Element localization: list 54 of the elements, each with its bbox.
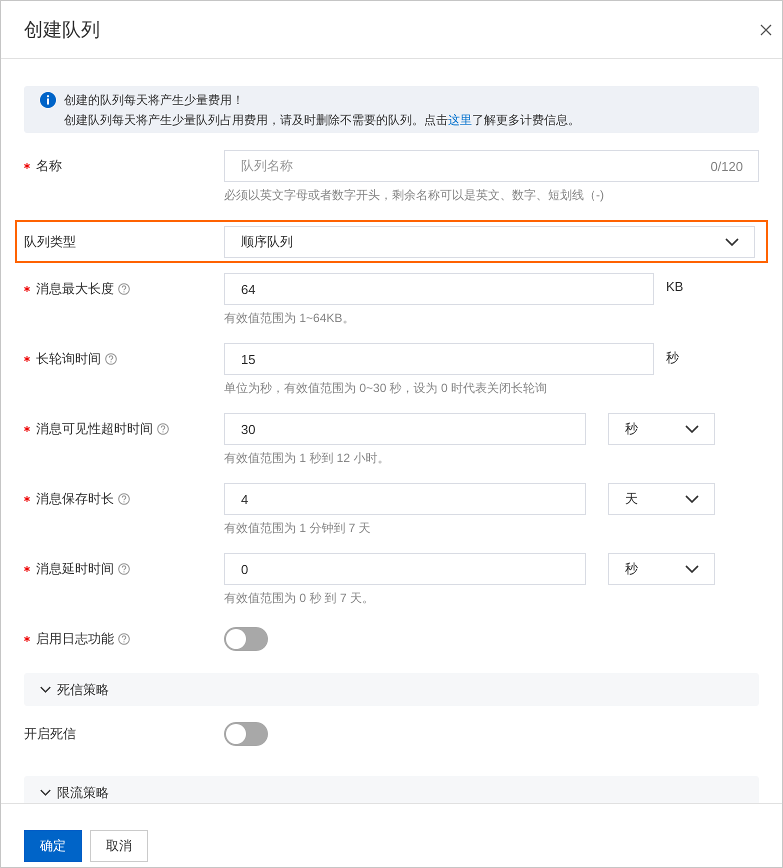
notice-text: 创建队列每天将产生少量队列占用费用，请及时删除不需要的队列。点击这里了解更多计费信息。	[64, 112, 580, 128]
field-label: 消息最大长度	[36, 280, 114, 298]
here-link[interactable]: 这里	[448, 113, 472, 127]
unit-select[interactable]: 秒	[608, 413, 715, 445]
unit-label: KB	[666, 278, 684, 294]
field-hint: 有效值范围为 0 秒 到 7 天。	[224, 591, 376, 606]
unit-select[interactable]: 秒	[608, 553, 715, 585]
collapse-section-header[interactable]: 限流策略	[24, 776, 759, 803]
chevron-down-icon	[685, 425, 699, 433]
field-hint: 必须以英文字母或者数字开头，剩余名称可以是英文、数字、短划线（-)	[224, 188, 605, 203]
field-hint: 有效值范围为 1~64KB。	[224, 311, 356, 326]
unit-select[interactable]: 天	[608, 483, 715, 515]
number-field[interactable]: 64	[224, 273, 654, 305]
chevron-down-icon	[725, 238, 739, 246]
field-label: 名称	[36, 157, 62, 175]
chevron-down-icon	[685, 565, 699, 573]
cancel-button[interactable]: 取消	[90, 830, 148, 862]
help-icon[interactable]	[118, 633, 130, 645]
char-counter: 0/120	[710, 158, 743, 174]
section-title: 限流策略	[57, 784, 109, 802]
help-icon[interactable]	[118, 563, 130, 575]
name-field[interactable]: 队列名称 0/120	[224, 150, 759, 182]
info-icon	[40, 92, 56, 108]
field-hint: 单位为秒，有效值范围为 0~30 秒，设为 0 时代表关闭长轮询	[224, 381, 548, 396]
help-icon[interactable]	[105, 353, 117, 365]
help-icon[interactable]	[157, 423, 169, 435]
toggle-switch[interactable]	[224, 627, 268, 651]
number-field[interactable]: 15	[224, 343, 654, 375]
toggle-switch[interactable]	[224, 722, 268, 746]
confirm-button[interactable]: 确定	[24, 830, 82, 862]
help-icon[interactable]	[118, 493, 130, 505]
field-label: 消息保存时长	[36, 490, 114, 508]
help-icon[interactable]	[118, 283, 130, 295]
field-label: 消息延时时间	[36, 560, 114, 578]
unit-label: 秒	[666, 349, 679, 367]
close-icon[interactable]	[760, 24, 772, 36]
chevron-down-icon	[685, 495, 699, 503]
field-hint: 有效值范围为 1 分钟到 7 天	[224, 521, 372, 536]
field-hint: 有效值范围为 1 秒到 12 小时。	[224, 451, 390, 466]
field-label: 开启死信	[24, 725, 76, 743]
chevron-down-icon	[40, 789, 51, 796]
queue-type-select[interactable]: 顺序队列	[224, 226, 755, 258]
number-field[interactable]: 4	[224, 483, 586, 515]
section-title: 死信策略	[57, 680, 109, 698]
field-label: 启用日志功能	[36, 630, 114, 648]
notice-title: 创建的队列每天将产生少量费用！	[64, 92, 245, 108]
field-label: 队列类型	[24, 232, 76, 250]
collapse-section-header[interactable]: 死信策略	[24, 673, 759, 706]
number-field[interactable]: 30	[224, 413, 586, 445]
number-field[interactable]: 0	[224, 553, 586, 585]
chevron-down-icon	[40, 686, 51, 693]
field-label: 长轮询时间	[36, 350, 101, 368]
field-label: 消息可见性超时时间	[36, 420, 153, 438]
dialog-title: 创建队列	[24, 18, 100, 42]
